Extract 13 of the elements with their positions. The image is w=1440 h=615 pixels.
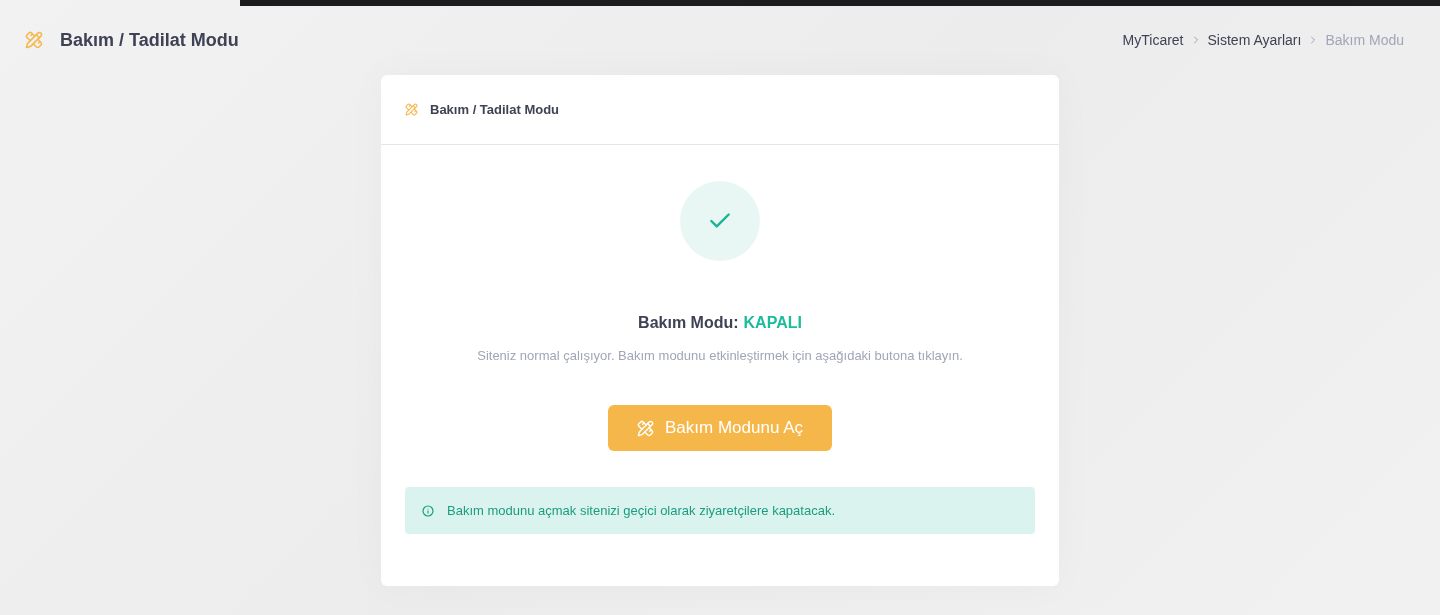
pencil-ruler-icon [637,419,654,437]
breadcrumb-link[interactable]: MyTicaret [1122,32,1184,48]
page-title: Bakım / Tadilat Modu [60,29,239,51]
pencil-ruler-icon [25,31,43,49]
alert-text: Bakım modunu açmak sitenizi geçici olarak ziyaretçilere kapatacak. [447,503,835,518]
card-title: Bakım / Tadilat Modu [430,102,560,117]
status-description: Siteniz normal çalışıyor. Bakım modunu etkinleştirmek için aşağıdaki butona tıklayın. [477,348,963,363]
pencil-ruler-icon [405,103,418,116]
status-value: KAPALI [743,314,802,332]
breadcrumb-current: Bakım Modu [1325,32,1404,48]
info-icon [422,504,434,517]
breadcrumb-link[interactable]: Sistem Ayarları [1207,32,1302,48]
status-label: Bakım Modu: [638,314,739,332]
